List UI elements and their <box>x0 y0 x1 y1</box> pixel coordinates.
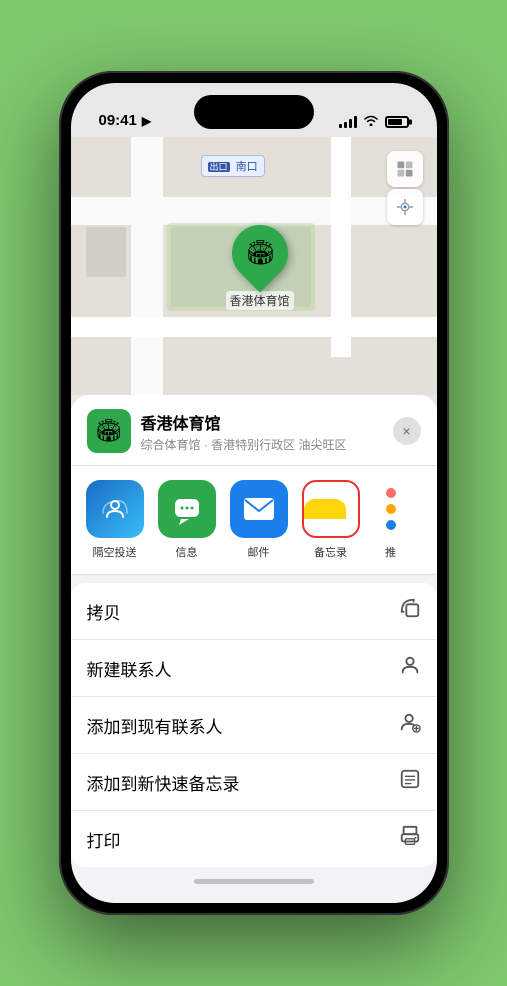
print-icon <box>399 825 421 853</box>
location-card-icon: 🏟 <box>87 409 131 453</box>
bottom-sheet: 🏟 香港体育馆 综合体育馆 · 香港特别行政区 油尖旺区 × <box>71 395 437 903</box>
location-subtitle: 综合体育馆 · 香港特别行政区 油尖旺区 <box>141 436 383 453</box>
action-item-new-contact[interactable]: 新建联系人 <box>71 640 437 697</box>
quick-note-label: 添加到新快速备忘录 <box>87 770 240 795</box>
action-list: 拷贝 新建联系人 <box>71 583 437 867</box>
map-controls <box>387 151 423 225</box>
pin-circle: 🏟 <box>220 213 299 292</box>
print-label: 打印 <box>87 827 121 852</box>
more-icon <box>376 480 406 538</box>
home-bar <box>194 879 314 884</box>
map-background: 出口 南口 <box>71 137 437 395</box>
location-info: 香港体育馆 综合体育馆 · 香港特别行政区 油尖旺区 <box>141 410 383 453</box>
signal-bar-4 <box>354 116 357 128</box>
pin-label: 香港体育馆 <box>226 291 294 310</box>
copy-label: 拷贝 <box>87 599 121 624</box>
battery-icon <box>385 116 409 128</box>
share-row: 隔空投送 信息 <box>71 466 437 575</box>
pin-icon: 🏟 <box>244 239 274 268</box>
signal-bar-2 <box>344 122 347 128</box>
wifi-icon <box>363 114 379 129</box>
close-button[interactable]: × <box>393 417 421 445</box>
mail-icon <box>230 480 288 538</box>
messages-label: 信息 <box>176 544 198 560</box>
signal-bar-1 <box>339 124 342 128</box>
share-item-notes[interactable]: 备忘录 <box>299 480 363 560</box>
battery-fill <box>388 119 402 125</box>
status-time: 09:41 ▶ <box>99 112 152 129</box>
mail-label: 邮件 <box>248 544 270 560</box>
phone-screen: 09:41 ▶ <box>71 83 437 903</box>
map-type-button[interactable] <box>387 151 423 187</box>
time-label: 09:41 <box>99 112 137 129</box>
airdrop-label: 隔空投送 <box>93 544 137 560</box>
action-item-copy[interactable]: 拷贝 <box>71 583 437 640</box>
home-indicator <box>71 867 437 895</box>
location-name: 香港体育馆 <box>141 410 383 434</box>
copy-icon <box>399 597 421 625</box>
action-item-print[interactable]: 打印 <box>71 811 437 867</box>
dynamic-island <box>194 95 314 129</box>
messages-icon <box>158 480 216 538</box>
share-item-mail[interactable]: 邮件 <box>227 480 291 560</box>
add-contact-icon <box>399 711 421 739</box>
location-button[interactable] <box>387 189 423 225</box>
share-item-airdrop[interactable]: 隔空投送 <box>83 480 147 560</box>
action-item-add-contact[interactable]: 添加到现有联系人 <box>71 697 437 754</box>
action-item-quick-note[interactable]: 添加到新快速备忘录 <box>71 754 437 811</box>
location-pin: 🏟 香港体育馆 <box>226 225 294 310</box>
share-item-messages[interactable]: 信息 <box>155 480 219 560</box>
notes-label: 备忘录 <box>314 544 347 560</box>
share-item-more[interactable]: 推 <box>371 480 411 560</box>
new-contact-icon <box>399 654 421 682</box>
phone-frame: 09:41 ▶ <box>59 71 449 915</box>
location-arrow-icon: ▶ <box>142 114 151 128</box>
location-card: 🏟 香港体育馆 综合体育馆 · 香港特别行政区 油尖旺区 × <box>71 395 437 466</box>
more-label: 推 <box>385 544 396 560</box>
airdrop-icon <box>86 480 144 538</box>
signal-bar-3 <box>349 119 352 128</box>
quick-note-icon <box>399 768 421 796</box>
add-contact-label: 添加到现有联系人 <box>87 713 223 738</box>
signal-bars <box>339 116 357 128</box>
new-contact-label: 新建联系人 <box>87 656 172 681</box>
status-icons <box>339 114 409 129</box>
map-south-entrance-label: 出口 南口 <box>201 155 265 177</box>
map-label-text: 南口 <box>236 161 258 173</box>
notes-icon <box>302 480 360 538</box>
map-area[interactable]: 出口 南口 <box>71 137 437 395</box>
